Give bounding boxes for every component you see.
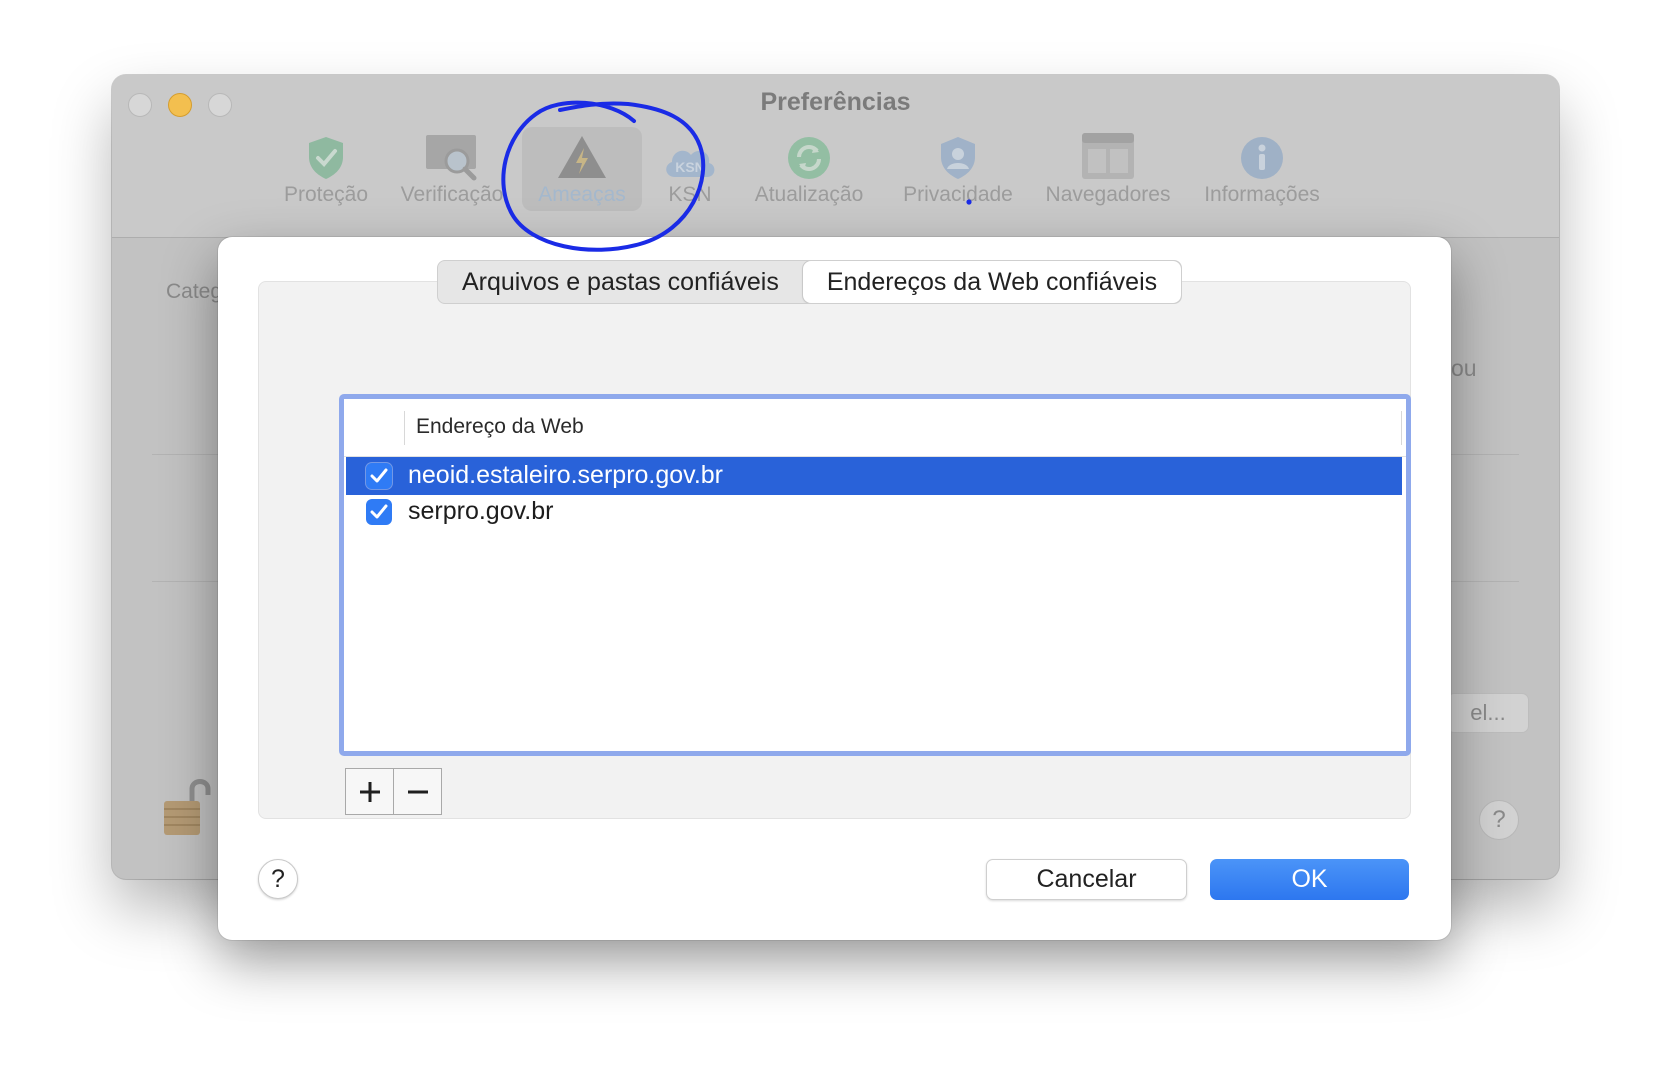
- scan-magnifier-icon: [392, 127, 512, 181]
- toolbar-item-protecao[interactable]: Proteção: [268, 127, 384, 211]
- row-checkbox[interactable]: [366, 499, 392, 525]
- toolbar-label: Atualização: [754, 183, 864, 206]
- privacy-user-shield-icon: [894, 127, 1022, 181]
- background-button[interactable]: el...: [1447, 693, 1529, 733]
- toolbar-label: Privacidade: [903, 183, 1013, 206]
- cancel-button[interactable]: Cancelar: [986, 859, 1187, 900]
- svg-text:KSN: KSN: [675, 159, 705, 175]
- minus-icon: [407, 790, 428, 793]
- column-separator: [1401, 411, 1402, 445]
- checkmark-icon: [370, 468, 388, 483]
- tab-trusted-web-addresses[interactable]: Endereços da Web confiáveis: [802, 261, 1182, 303]
- window-toolbar: Preferências Proteção Verificação Ameaça…: [112, 75, 1559, 238]
- window-title: Preferências: [760, 88, 911, 116]
- checkmark-icon: [370, 504, 388, 519]
- list-header: Endereço da Web: [344, 399, 1406, 457]
- tab-bar: Arquivos e pastas confiáveis Endereços d…: [437, 260, 1183, 304]
- toolbar-label: Verificação: [400, 183, 504, 206]
- unlocked-padlock-icon[interactable]: [162, 775, 214, 844]
- tab-trusted-files-folders[interactable]: Arquivos e pastas confiáveis: [438, 261, 803, 303]
- toolbar-item-informacoes[interactable]: Informações: [1192, 127, 1332, 211]
- row-address: serpro.gov.br: [408, 497, 554, 525]
- column-separator: [404, 411, 405, 445]
- threat-warning-icon: [522, 127, 642, 181]
- row-address: neoid.estaleiro.serpro.gov.br: [408, 461, 723, 489]
- list-row-serpro[interactable]: serpro.gov.br: [346, 493, 1402, 531]
- toolbar-item-verificacao[interactable]: Verificação: [392, 127, 512, 211]
- toolbar-item-ameacas[interactable]: Ameaças: [522, 127, 642, 211]
- ok-button[interactable]: OK: [1210, 859, 1409, 900]
- toolbar-label: Informações: [1204, 183, 1320, 206]
- add-remove-control: [345, 768, 442, 815]
- update-sync-icon: [744, 127, 874, 181]
- info-icon: [1192, 127, 1332, 181]
- column-header-web-address[interactable]: Endereço da Web: [416, 415, 584, 439]
- toolbar-label: Navegadores: [1045, 183, 1171, 206]
- background-right-text: ou: [1451, 355, 1477, 381]
- ksn-cloud-icon: KSN: [650, 127, 730, 181]
- remove-button[interactable]: [393, 769, 441, 814]
- list-row-neoid[interactable]: neoid.estaleiro.serpro.gov.br: [346, 457, 1402, 495]
- background-category-label: Categ: [166, 280, 223, 303]
- row-checkbox[interactable]: [366, 463, 392, 489]
- trusted-addresses-dialog: Endereço da Web neoid.estaleiro.serpro.g…: [218, 237, 1451, 940]
- plus-icon: [359, 781, 380, 802]
- shield-check-icon: [268, 127, 384, 181]
- add-button[interactable]: [346, 769, 393, 814]
- toolbar-label: KSN: [668, 183, 712, 206]
- toolbar-item-ksn[interactable]: KSN KSN: [650, 127, 730, 211]
- toolbar-item-navegadores[interactable]: Navegadores: [1036, 127, 1180, 211]
- web-address-list[interactable]: Endereço da Web neoid.estaleiro.serpro.g…: [339, 394, 1411, 756]
- help-button[interactable]: ?: [258, 859, 298, 899]
- tab-content-panel: Endereço da Web neoid.estaleiro.serpro.g…: [258, 281, 1411, 819]
- toolbar-item-privacidade[interactable]: Privacidade: [894, 127, 1022, 211]
- toolbar-label: Ameaças: [538, 183, 626, 206]
- browser-window-icon: [1036, 127, 1180, 181]
- toolbar-label: Proteção: [283, 183, 369, 206]
- background-help-button[interactable]: ?: [1479, 800, 1519, 840]
- toolbar-item-atualizacao[interactable]: Atualização: [744, 127, 874, 211]
